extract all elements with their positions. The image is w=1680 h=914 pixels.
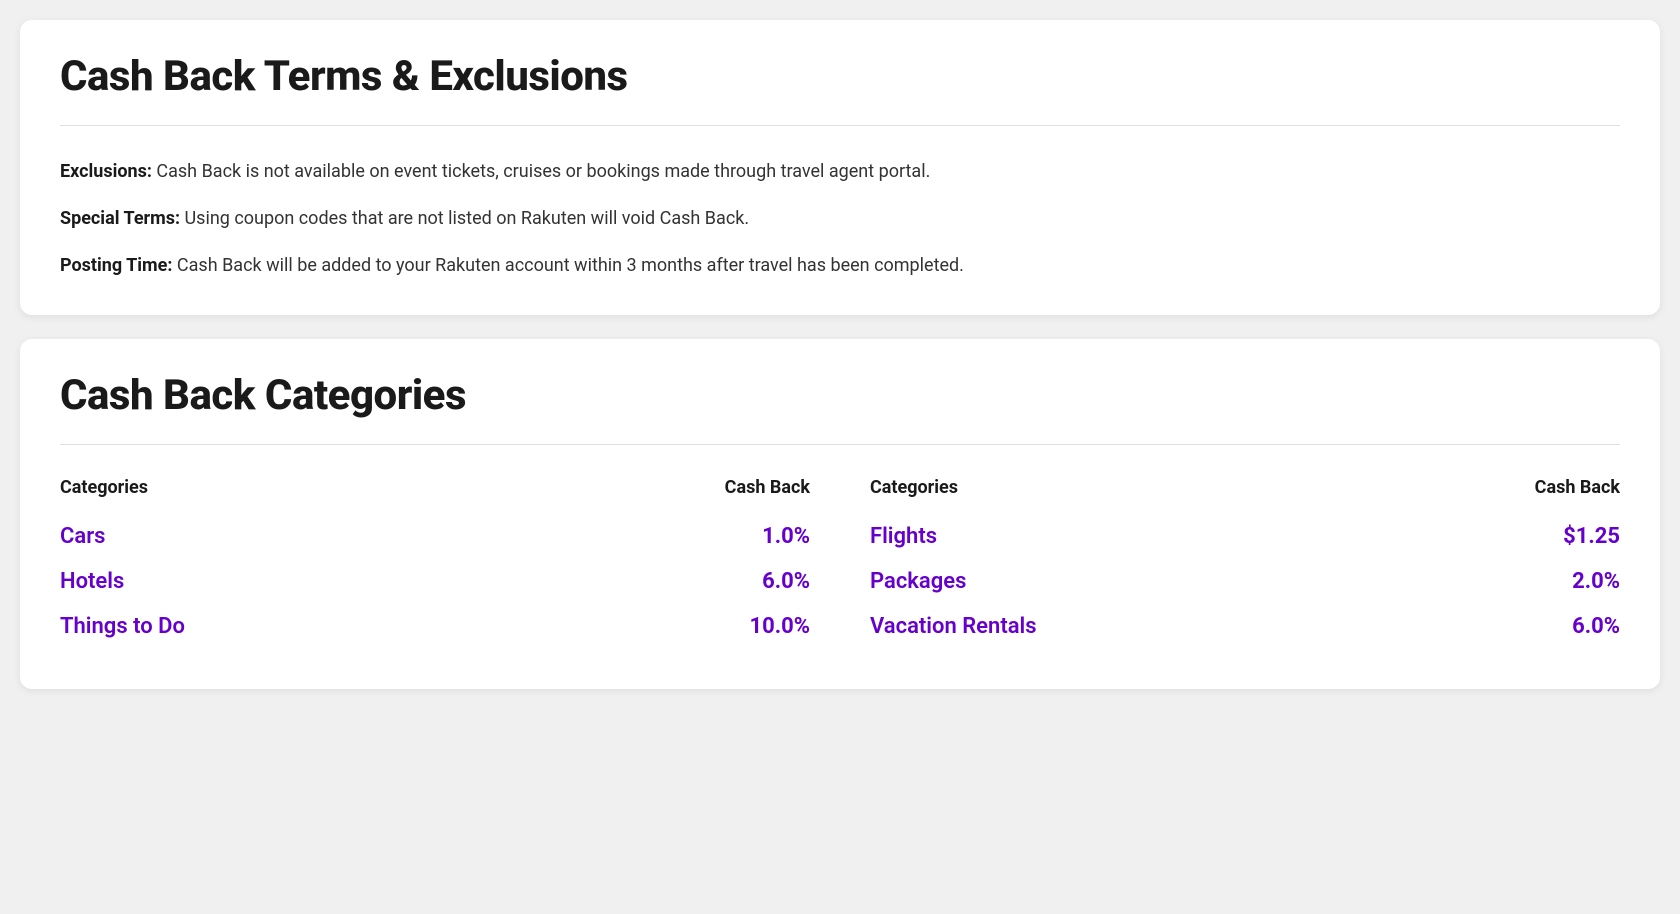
terms-label-2: Posting Time: [60, 255, 172, 276]
right-categories: Flights $1.25 Packages 2.0% Vacation Rentals… [870, 514, 1620, 649]
terms-title: Cash Back Terms & Exclusions [60, 52, 1620, 101]
right-cat-name-0[interactable]: Flights [870, 524, 937, 549]
right-header-categories: Categories [870, 477, 958, 498]
terms-items: Exclusions: Cash Back is not available o… [60, 158, 1620, 279]
terms-label-0: Exclusions: [60, 161, 152, 182]
left-header-row: Categories Cash Back [60, 477, 810, 514]
left-cat-value-0: 1.0% [762, 524, 810, 549]
left-header-cashback: Cash Back [725, 477, 810, 498]
left-cat-row-1: Hotels 6.0% [60, 559, 810, 604]
terms-body: Exclusions: Cash Back is not available o… [20, 126, 1660, 315]
left-cat-row-0: Cars 1.0% [60, 514, 810, 559]
left-column: Categories Cash Back Cars 1.0% Hotels 6.0% T… [60, 477, 810, 649]
right-cat-row-0: Flights $1.25 [870, 514, 1620, 559]
categories-card: Cash Back Categories Categories Cash Bac… [20, 339, 1660, 689]
left-categories: Cars 1.0% Hotels 6.0% Things to Do 10.0% [60, 514, 810, 649]
categories-title: Cash Back Categories [60, 371, 1620, 420]
left-cat-value-1: 6.0% [762, 569, 810, 594]
terms-title-section: Cash Back Terms & Exclusions [20, 20, 1660, 125]
right-column: Categories Cash Back Flights $1.25 Package… [870, 477, 1620, 649]
terms-item-2: Posting Time: Cash Back will be added to… [60, 252, 1620, 279]
terms-label-1: Special Terms: [60, 208, 180, 229]
left-cat-row-2: Things to Do 10.0% [60, 604, 810, 649]
right-cat-name-2[interactable]: Vacation Rentals [870, 614, 1037, 639]
right-cat-value-1: 2.0% [1572, 569, 1620, 594]
right-cat-value-0: $1.25 [1563, 524, 1620, 549]
terms-item-1: Special Terms: Using coupon codes that a… [60, 205, 1620, 232]
right-cat-row-1: Packages 2.0% [870, 559, 1620, 604]
right-cat-value-2: 6.0% [1572, 614, 1620, 639]
right-header-row: Categories Cash Back [870, 477, 1620, 514]
left-cat-value-2: 10.0% [749, 614, 810, 639]
right-cat-row-2: Vacation Rentals 6.0% [870, 604, 1620, 649]
left-cat-name-1[interactable]: Hotels [60, 569, 124, 594]
terms-item-0: Exclusions: Cash Back is not available o… [60, 158, 1620, 185]
categories-title-section: Cash Back Categories [20, 339, 1660, 444]
right-header-cashback: Cash Back [1535, 477, 1620, 498]
right-cat-name-1[interactable]: Packages [870, 569, 966, 594]
left-cat-name-2[interactable]: Things to Do [60, 614, 185, 639]
categories-grid: Categories Cash Back Cars 1.0% Hotels 6.0% T… [20, 445, 1660, 689]
terms-card: Cash Back Terms & Exclusions Exclusions:… [20, 20, 1660, 315]
left-header-categories: Categories [60, 477, 148, 498]
left-cat-name-0[interactable]: Cars [60, 524, 105, 549]
